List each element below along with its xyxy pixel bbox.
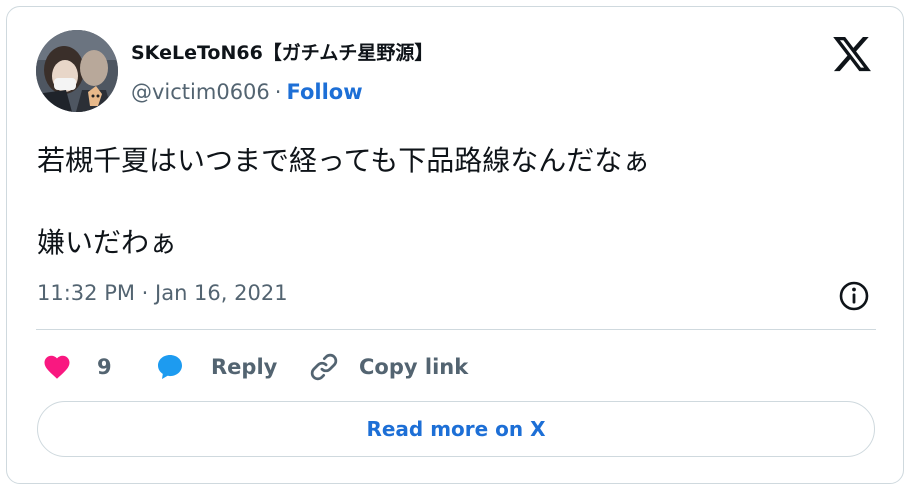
divider — [36, 329, 876, 330]
copy-link-label: Copy link — [359, 355, 469, 379]
like-count: 9 — [97, 355, 112, 379]
copy-link-button[interactable]: Copy link — [307, 347, 468, 387]
x-logo-icon[interactable] — [831, 33, 873, 75]
reply-label: Reply — [211, 355, 278, 379]
separator-dot: · — [274, 80, 282, 104]
handle[interactable]: @victim0606 — [131, 80, 270, 104]
reply-button[interactable]: Reply — [153, 347, 277, 387]
tweet-card: SKeLeToN66【ガチムチ星野源】 @victim0606 · Follow 若… — [6, 6, 904, 484]
tweet-line: 嫌いだわぁ — [37, 226, 178, 259]
handle-row: @victim0606 · Follow — [131, 80, 363, 104]
avatar[interactable] — [36, 30, 118, 112]
info-icon[interactable] — [837, 279, 871, 313]
timestamp[interactable]: 11:32 PM · Jan 16, 2021 — [37, 281, 288, 305]
heart-icon — [44, 355, 70, 379]
tweet-text: 若槻千夏はいつまで経っても下品路線なんだなぁ 嫌いだわぁ — [37, 140, 877, 264]
speech-bubble-icon — [158, 355, 182, 379]
like-button[interactable]: 9 — [41, 347, 112, 387]
display-name[interactable]: SKeLeToN66【ガチムチ星野源】 — [131, 38, 433, 65]
follow-button[interactable]: Follow — [286, 80, 362, 104]
tweet-line: 若槻千夏はいつまで経っても下品路線なんだなぁ — [37, 144, 651, 177]
read-more-button[interactable]: Read more on X — [37, 401, 875, 457]
link-icon — [310, 353, 338, 381]
